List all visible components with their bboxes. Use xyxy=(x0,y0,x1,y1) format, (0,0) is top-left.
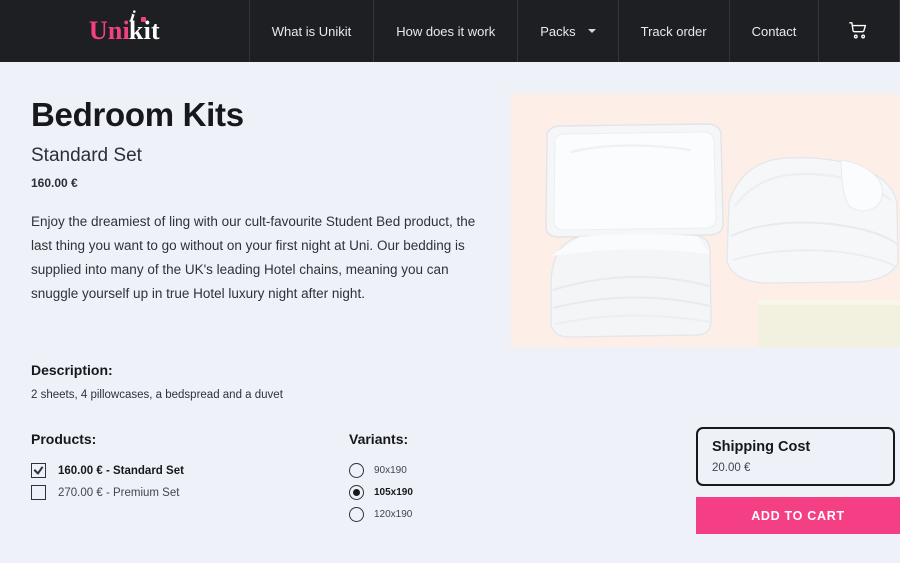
products-option-list: 160.00 € - Standard Set 270.00 € - Premi… xyxy=(31,463,184,500)
variants-section: Variants: 90x190 105x190 120x190 xyxy=(349,431,413,529)
nav-item-packs[interactable]: Packs xyxy=(517,0,617,62)
product-page: Unikit i What is Unikit How does it work… xyxy=(0,0,900,563)
duvet-roll-graphic xyxy=(726,157,899,284)
nav-item-label: Contact xyxy=(751,23,797,39)
pillow-graphic xyxy=(545,123,724,238)
shopping-cart-icon xyxy=(849,22,867,39)
nav-item-label: Track order xyxy=(640,23,707,39)
add-to-cart-button[interactable]: ADD TO CART xyxy=(696,497,900,534)
product-image xyxy=(511,94,900,347)
nav-item-how-does-it-work[interactable]: How does it work xyxy=(373,0,517,62)
variants-heading: Variants: xyxy=(349,431,409,447)
top-navbar: Unikit i What is Unikit How does it work… xyxy=(0,0,900,62)
description-section: Description: 2 sheets, 4 pillowcases, a … xyxy=(31,362,491,401)
folded-sheets-graphic xyxy=(550,234,712,338)
radio-105x190[interactable] xyxy=(349,485,364,500)
product-option-premium-set[interactable]: 270.00 € - Premium Set xyxy=(31,485,184,500)
radio-120x190[interactable] xyxy=(349,507,364,522)
radio-dot-icon xyxy=(353,489,360,496)
nav-item-label: Packs xyxy=(540,23,576,39)
nav-item-label: What is Unikit xyxy=(271,23,352,39)
nav-item-what-is-unikit[interactable]: What is Unikit xyxy=(248,0,373,62)
products-heading: Products: xyxy=(31,431,97,447)
variants-option-list: 90x190 105x190 120x190 xyxy=(349,463,413,522)
product-description: Enjoy the dreamiest of ling with our cul… xyxy=(31,214,476,301)
product-price: 160.00 € xyxy=(31,176,78,190)
products-section: Products: 160.00 € - Standard Set 270.00… xyxy=(31,431,184,507)
bedding-product-photo xyxy=(511,94,900,347)
product-option-label: 160.00 € - Standard Set xyxy=(58,464,184,477)
shipping-cost-value: 20.00 € xyxy=(712,462,751,474)
radio-90x190[interactable] xyxy=(349,463,364,478)
shipping-cost-box: Shipping Cost 20.00 € xyxy=(696,427,895,486)
nav-item-contact[interactable]: Contact xyxy=(728,0,819,62)
product-option-label: 270.00 € - Premium Set xyxy=(58,486,180,499)
logo-text: Unikit i xyxy=(88,7,160,46)
checkbox-premium-set[interactable] xyxy=(31,485,46,500)
page-title: Bedroom Kits xyxy=(31,96,244,133)
variant-option-label: 120x190 xyxy=(374,509,413,520)
site-logo[interactable]: Unikit i xyxy=(0,0,249,62)
nav-item-label: How does it work xyxy=(396,23,496,39)
product-option-standard-set[interactable]: 160.00 € - Standard Set xyxy=(31,463,184,478)
variant-option-120x190[interactable]: 120x190 xyxy=(349,507,413,522)
cream-cushion-graphic xyxy=(758,300,900,347)
description-heading: Description: xyxy=(31,362,113,378)
variant-option-90x190[interactable]: 90x190 xyxy=(349,463,413,478)
logo-accent-dot xyxy=(140,17,146,22)
variant-option-105x190[interactable]: 105x190 xyxy=(349,485,413,500)
variant-option-label: 105x190 xyxy=(374,487,413,498)
logo-text-primary: Uni xyxy=(88,16,130,45)
nav-item-track-order[interactable]: Track order xyxy=(617,0,729,62)
checkbox-standard-set[interactable] xyxy=(31,463,46,478)
chevron-down-icon xyxy=(587,29,596,33)
shipping-cost-title: Shipping Cost xyxy=(712,439,811,455)
cart-button[interactable] xyxy=(818,0,900,62)
check-icon xyxy=(33,465,44,476)
description-contents: 2 sheets, 4 pillowcases, a bedspread and… xyxy=(31,389,283,401)
product-subtitle: Standard Set xyxy=(31,145,142,166)
variant-option-label: 90x190 xyxy=(374,465,407,476)
product-info: Bedroom Kits Standard Set 160.00 € Enjoy… xyxy=(31,95,491,306)
